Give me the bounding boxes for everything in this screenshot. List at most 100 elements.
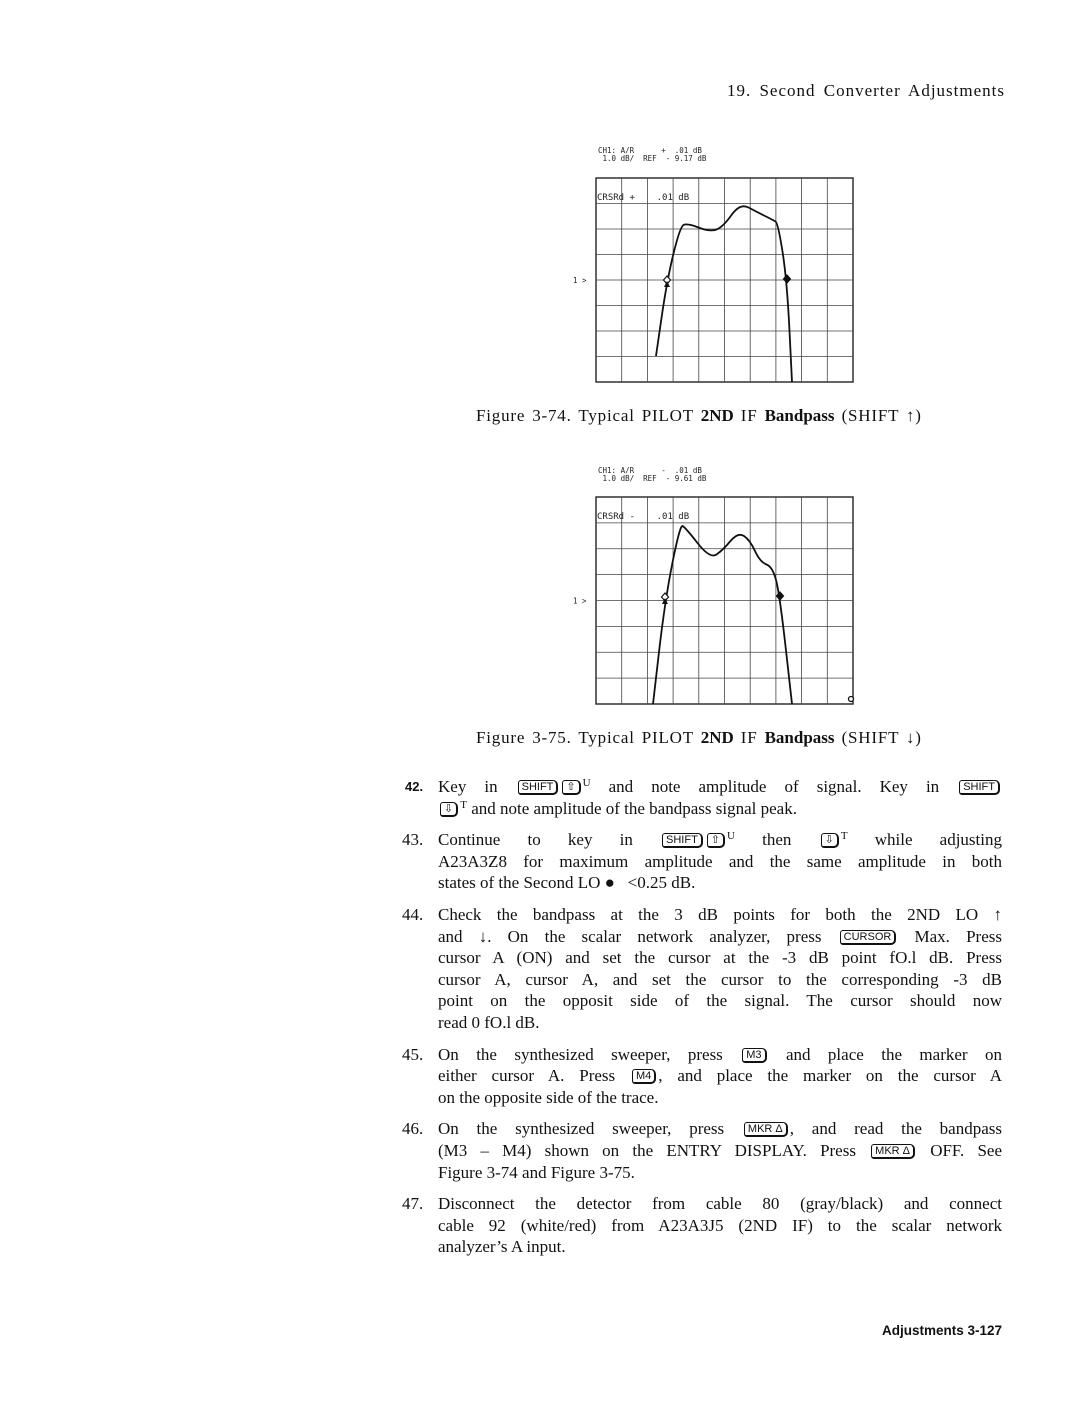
procedure-step: 43. Continue to key in SHIFT ⇧ U then ⇩ T wh… (402, 829, 1002, 894)
step-text-line: Disconnect the detector from cable 80 (g… (438, 1193, 1002, 1215)
end-marker (847, 695, 855, 703)
step-text: , and place the marker on the cursor A (658, 1066, 1002, 1086)
key-cap-: ⇩ (820, 833, 839, 849)
step-text-line: (M3 – M4) shown on the ENTRY DISPLAY. Pr… (438, 1140, 1002, 1162)
step-text: on the opposite side of the trace. (438, 1087, 659, 1107)
caption-bold: Bandpass (764, 406, 835, 425)
procedure-step: 47. Disconnect the detector from cable 80… (402, 1193, 1002, 1258)
analyzer-screen: CH1: A/R + .01 dB 1.0 dB/ REF - 9.17 dBC… (573, 146, 854, 383)
reference-marker: 1 > (573, 597, 587, 606)
step-text-line: Key in SHIFT ⇧ U and note amplitude of sig… (438, 776, 1002, 798)
cursor-marker (782, 274, 792, 284)
step-text: and place the marker on (768, 1044, 1002, 1064)
step-text: read 0 fO.l dB. (438, 1012, 540, 1032)
reference-marker: 1 > (573, 276, 587, 285)
procedure-steps: 42. Key in SHIFT ⇧ U and note amplitude of … (402, 776, 1002, 1268)
step-text: Check the bandpass at the 3 dB points fo… (438, 904, 1002, 924)
caption-prefix: Figure 3-74. Typical PILOT (476, 406, 701, 425)
step-text-line: cursor A (ON) and set the cursor at the … (438, 947, 1002, 969)
step-text: Figure 3-74 and Figure 3-75. (438, 1162, 635, 1182)
procedure-step: 44. Check the bandpass at the 3 dB points… (402, 904, 1002, 1034)
step-text-line: point on the opposit side of the signal.… (438, 990, 1002, 1012)
key-cap-m4: M4 (631, 1069, 657, 1085)
key-cap-: ⇧ (706, 833, 726, 849)
step-text-line: states of the Second LO ● <0.25 dB. (438, 872, 1002, 894)
step-number: 45. (402, 1044, 424, 1064)
step-text: , and read the bandpass (789, 1119, 1003, 1139)
step-text-line: on the opposite side of the trace. (438, 1087, 1002, 1109)
key-label-superscript: T (840, 830, 848, 843)
step-text: states of the Second LO ● <0.25 dB. (438, 873, 696, 893)
step-text: Continue to key in (438, 830, 661, 850)
key-cap-: ⇧ (562, 780, 581, 795)
bandpass-trace (652, 525, 793, 705)
caption-mid: IF (733, 406, 765, 425)
caption-suffix: (SHIFT ↑) (834, 406, 922, 425)
step-text-line: A23A3Z8 for maximum amplitude and the sa… (438, 851, 1002, 873)
step-text: (M3 – M4) shown on the ENTRY DISPLAY. Pr… (438, 1140, 870, 1160)
step-text-line: cursor A, cursor A, and set the cursor t… (438, 969, 1002, 991)
cursor-readout: CRSRd - .01 dB (597, 512, 689, 522)
step-text-line: cable 92 (white/red) from A23A3J5 (2ND I… (438, 1215, 1002, 1237)
analyzer-screen: CH1: A/R - .01 dB 1.0 dB/ REF - 9.61 dBC… (573, 466, 855, 705)
procedure-step: 42. Key in SHIFT ⇧ U and note amplitude of … (402, 776, 1002, 819)
step-text-line: either cursor A. Press M4, and place the… (438, 1065, 1002, 1087)
step-text: and ↓. On the scalar network analyzer, p… (438, 926, 838, 946)
step-text-line: and ↓. On the scalar network analyzer, p… (438, 926, 1002, 948)
step-text-line: On the synthesized sweeper, press MKR Δ,… (438, 1118, 1002, 1140)
caption-bold: 2ND (700, 406, 734, 425)
step-text-line: Check the bandpass at the 3 dB points fo… (438, 904, 1002, 926)
step-text: On the synthesized sweeper, press (438, 1044, 741, 1064)
caption-suffix: (SHIFT ↓) (834, 728, 922, 747)
key-label-superscript: U (727, 830, 735, 843)
cursor-marker (775, 591, 785, 601)
section-header: 19. Second Converter Adjustments (726, 81, 1005, 100)
key-cap-shift: SHIFT (517, 780, 559, 795)
step-text: Disconnect the detector from cable 80 (g… (438, 1194, 1002, 1214)
step-text: cursor A, cursor A, and set the cursor t… (438, 969, 1002, 989)
step-number: 44. (402, 904, 424, 924)
step-text-line: analyzer’s A input. (438, 1236, 1002, 1258)
step-text: and note amplitude of the bandpass signa… (466, 798, 797, 818)
step-text: A23A3Z8 for maximum amplitude and the sa… (438, 851, 1002, 871)
key-label-superscript: U (582, 777, 591, 789)
step-text-line: Figure 3-74 and Figure 3-75. (438, 1162, 1002, 1184)
key-cap-: ⇩ (440, 801, 459, 817)
step-text: Key in (438, 777, 516, 796)
figure-3-75-caption: Figure 3-75. Typical PILOT 2ND IF Bandpa… (476, 728, 922, 748)
cursor-readout: CRSRd + .01 dB (597, 193, 689, 203)
key-cap-shift: SHIFT (959, 780, 1000, 795)
figure-3-74-caption: Figure 3-74. Typical PILOT 2ND IF Bandpa… (476, 406, 922, 426)
screen-header-line2: 1.0 dB/ REF - 9.61 dB (598, 474, 707, 483)
caption-bold: 2ND (700, 728, 734, 747)
bandpass-trace (655, 205, 793, 383)
key-cap-mkr: MKR Δ (743, 1122, 788, 1138)
step-text-line: Continue to key in SHIFT ⇧ U then ⇩ T while… (438, 829, 1002, 851)
step-text: then (734, 830, 819, 850)
step-text-line: ⇩ T and note amplitude of the bandpass si… (438, 798, 1002, 820)
step-number: 43. (402, 830, 424, 850)
caption-bold: Bandpass (764, 728, 835, 747)
key-cap-cursor: CURSOR (839, 929, 897, 945)
step-text: analyzer’s A input. (438, 1237, 566, 1257)
key-cap-mkr: MKR Δ (871, 1143, 916, 1159)
step-text: and note amplitude of signal. Key in (590, 777, 958, 796)
step-text: Max. Press (898, 926, 1002, 946)
caption-mid: IF (733, 728, 765, 747)
step-number: 42. (405, 779, 424, 794)
step-number: 47. (402, 1194, 424, 1214)
figure-3-75-plot: CH1: A/R - .01 dB 1.0 dB/ REF - 9.61 dB C… (560, 460, 860, 720)
key-label-superscript: T (460, 798, 467, 811)
procedure-step: 45. On the synthesized sweeper, press M3 … (402, 1044, 1002, 1109)
figure-3-74-plot: CH1: A/R + .01 dB 1.0 dB/ REF - 9.17 dB C… (560, 140, 860, 400)
key-cap-m3: M3 (742, 1047, 767, 1063)
procedure-step: 46. On the synthesized sweeper, press MKR… (402, 1118, 1002, 1183)
step-text: OFF. See (917, 1140, 1003, 1160)
step-text: cable 92 (white/red) from A23A3J5 (2ND I… (438, 1215, 1002, 1235)
step-text: cursor A (ON) and set the cursor at the … (438, 948, 1002, 968)
step-text: while adjusting (847, 830, 1002, 850)
key-cap-shift: SHIFT (662, 833, 703, 849)
step-text-line: read 0 fO.l dB. (438, 1012, 1002, 1034)
step-text: either cursor A. Press (438, 1066, 630, 1086)
step-text: point on the opposit side of the signal.… (438, 991, 1002, 1011)
